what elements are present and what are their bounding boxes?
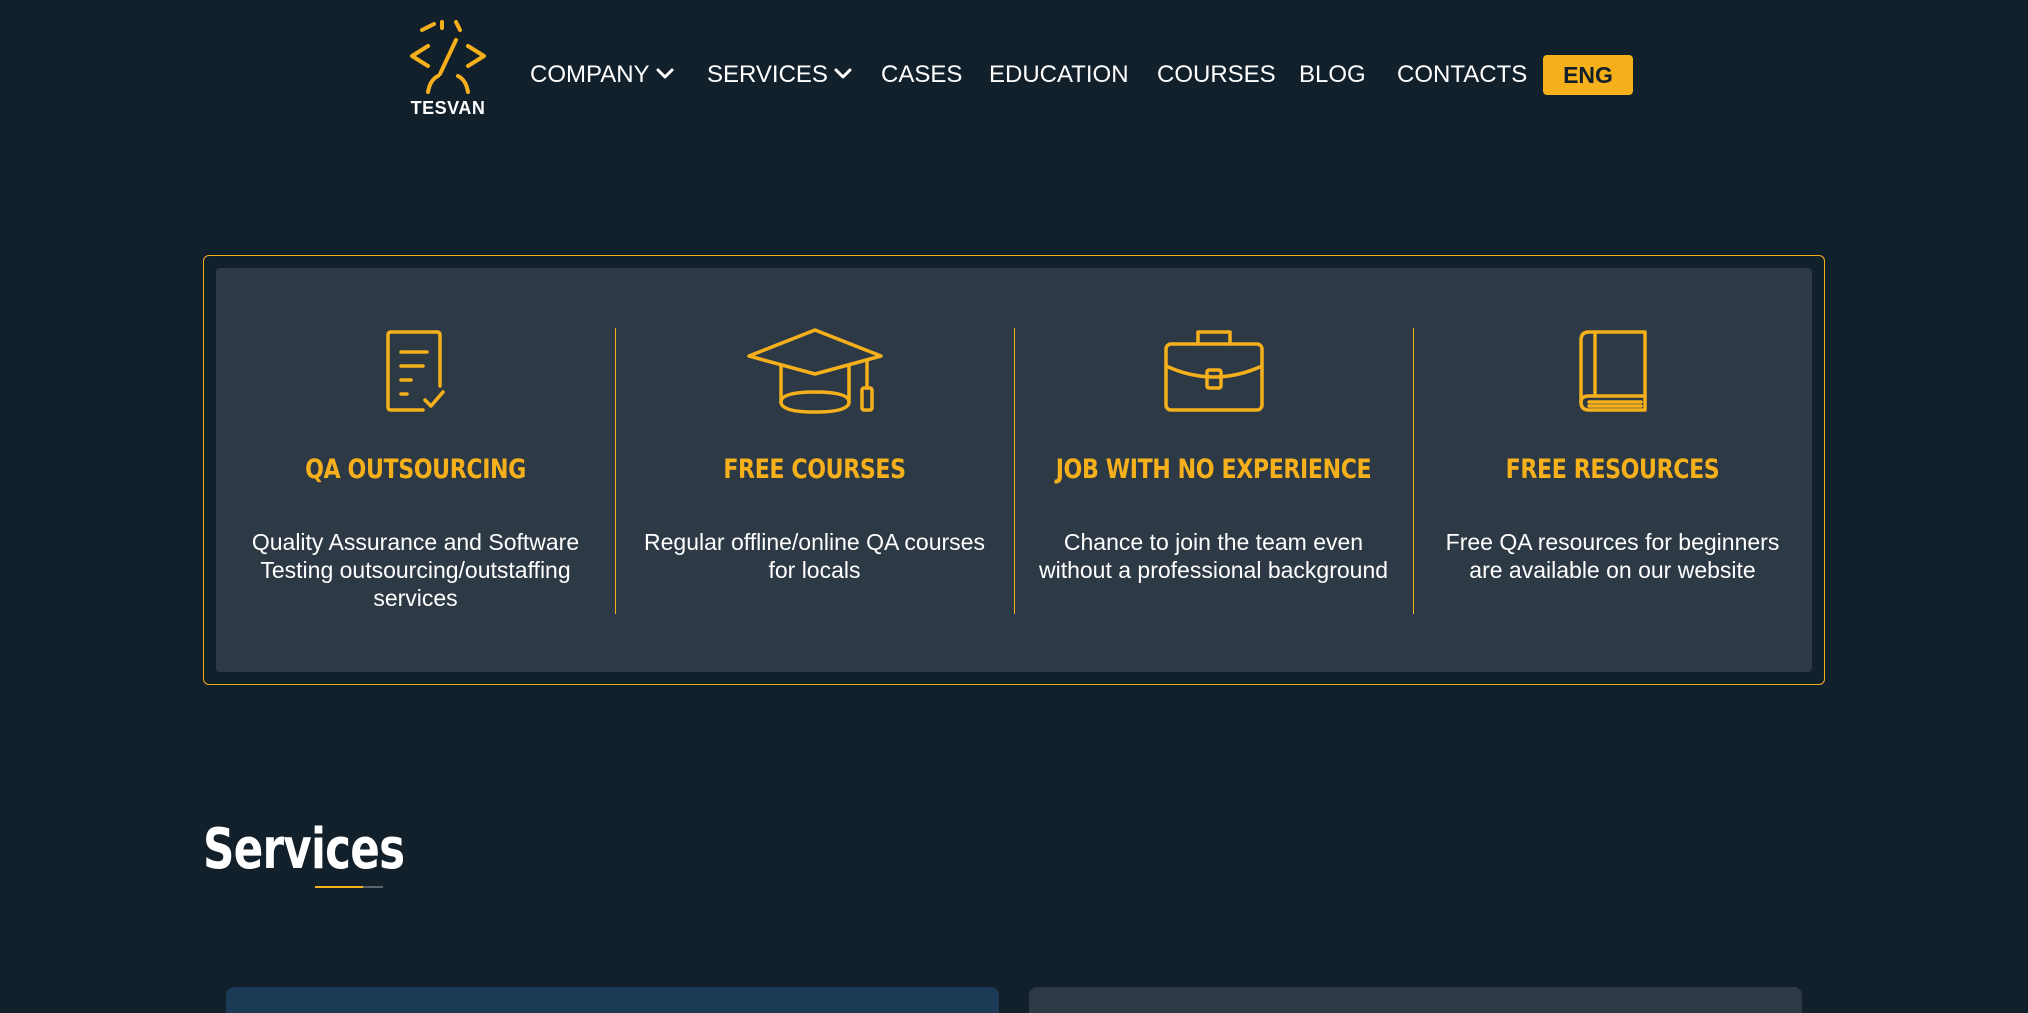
nav-services-label: SERVICES — [707, 61, 828, 88]
feature-description: Regular offline/online QA courses for lo… — [644, 529, 985, 583]
nav-contacts[interactable]: CONTACTS — [1397, 58, 1527, 92]
feature-title: QA OUTSOURCING — [305, 454, 526, 485]
nav-services[interactable]: SERVICES — [707, 58, 852, 92]
feature-free-resources: FREE RESOURCES Free QA resources for beg… — [1413, 268, 1812, 672]
nav-company[interactable]: COMPANY — [530, 58, 674, 92]
nav-courses[interactable]: COURSES — [1157, 58, 1276, 92]
logo-text: TESVAN — [410, 98, 486, 118]
service-card-secondary[interactable] — [1029, 987, 1802, 1013]
feature-title: FREE COURSES — [723, 454, 906, 485]
feature-icon-wrapper — [615, 326, 1014, 416]
book-icon — [1578, 330, 1647, 412]
chevron-down-icon — [834, 68, 852, 79]
feature-title: FREE RESOURCES — [1505, 454, 1720, 485]
feature-description: Quality Assurance and Software Testing o… — [251, 529, 580, 611]
feature-icon-wrapper — [216, 326, 615, 416]
nav-cases[interactable]: CASES — [881, 58, 962, 92]
nav-education[interactable]: EDUCATION — [989, 58, 1129, 92]
feature-icon-wrapper — [1014, 326, 1413, 416]
feature-description: Free QA resources for beginners are avai… — [1445, 529, 1780, 583]
feature-icon-wrapper — [1413, 326, 1812, 416]
features-panel-inner: QA OUTSOURCING Quality Assurance and Sof… — [216, 268, 1812, 672]
nav-company-label: COMPANY — [530, 61, 650, 88]
code-bracket-logo-icon — [410, 20, 486, 94]
features-panel: QA OUTSOURCING Quality Assurance and Sof… — [203, 255, 1825, 685]
feature-title: JOB WITH NO EXPERIENCE — [1055, 454, 1372, 485]
feature-free-courses: FREE COURSES Regular offline/online QA c… — [615, 268, 1014, 672]
title-underline-accent — [315, 886, 363, 888]
site-header: TESVAN COMPANY SERVICES CASES EDUCATION … — [0, 0, 2028, 150]
service-card-primary[interactable] — [226, 987, 999, 1013]
document-check-icon — [385, 330, 445, 412]
graduation-cap-icon — [746, 328, 883, 414]
briefcase-icon — [1163, 330, 1264, 412]
feature-description: Chance to join the team even without a p… — [1038, 529, 1389, 583]
chevron-down-icon — [656, 68, 674, 79]
logo-link[interactable]: TESVAN — [404, 18, 492, 122]
feature-job-no-experience: JOB WITH NO EXPERIENCE Chance to join th… — [1014, 268, 1413, 672]
services-section-title: Services — [203, 817, 405, 882]
nav-blog[interactable]: BLOG — [1299, 58, 1366, 92]
language-button[interactable]: ENG — [1543, 55, 1633, 95]
feature-qa-outsourcing: QA OUTSOURCING Quality Assurance and Sof… — [216, 268, 615, 672]
title-underline — [315, 886, 383, 888]
